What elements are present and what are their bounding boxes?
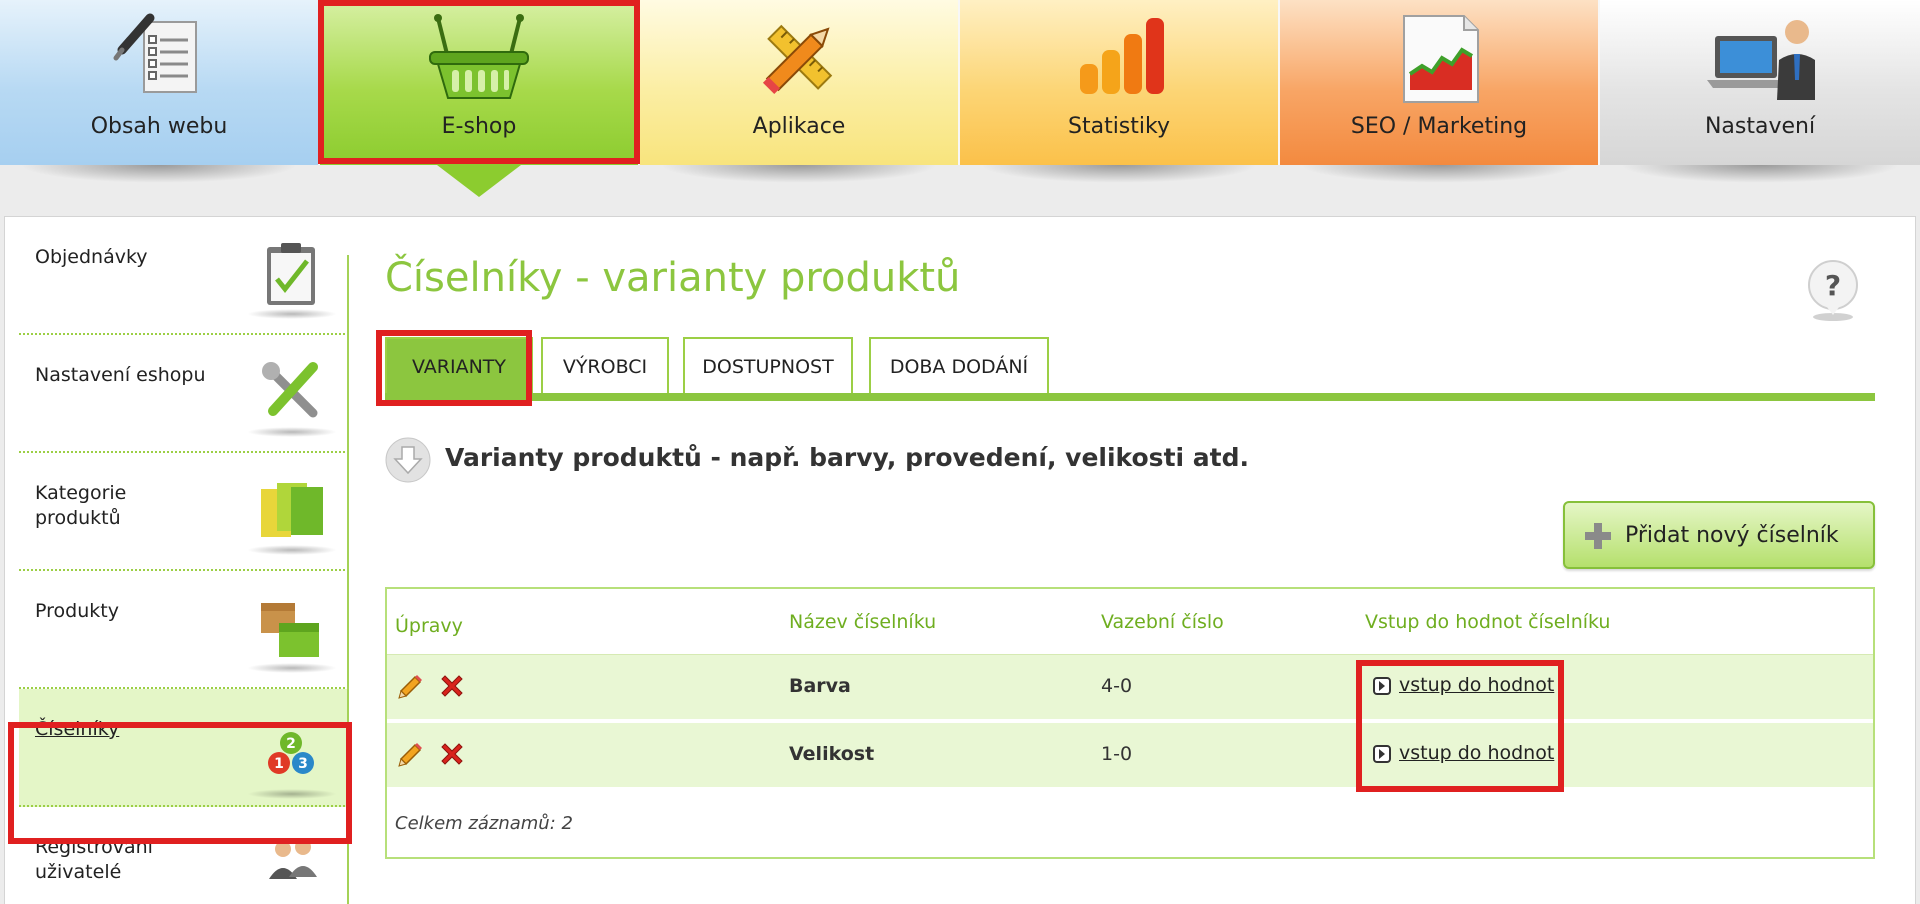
icon-shadow — [247, 309, 337, 319]
header-nazev: Název číselníku — [789, 611, 937, 633]
boxes-icon — [261, 603, 319, 657]
svg-text:2: 2 — [286, 736, 296, 752]
delete-icon[interactable] — [437, 739, 467, 769]
nav-label-aplikace: Aplikace — [752, 114, 846, 139]
table-row: Barva 4-0 vstup do hodnot — [387, 655, 1873, 721]
sidebar-item-ciselniky[interactable]: Číselníky 2 1 3 — [19, 689, 349, 807]
nav-label-statistiky: Statistiky — [1068, 114, 1170, 139]
header-upravy: Úpravy — [395, 615, 463, 637]
clipboard-icon — [267, 243, 315, 305]
delete-icon[interactable] — [437, 671, 467, 701]
table-row: Velikost 1-0 vstup do hodnot — [387, 723, 1873, 789]
bar-chart-icon — [1080, 18, 1164, 94]
tab-varianty[interactable]: VARIANTY — [385, 337, 533, 395]
basket-icon — [429, 14, 529, 99]
enter-values-link[interactable]: vstup do hodnot — [1399, 742, 1554, 764]
active-tab-pointer — [437, 165, 521, 197]
svg-text:?: ? — [1825, 269, 1841, 302]
row-name: Velikost — [789, 743, 875, 765]
header-vazebni-cislo: Vazební číslo — [1101, 611, 1224, 633]
users-icon — [269, 839, 317, 879]
sidebar-item-objednavky[interactable]: Objednávky — [19, 217, 349, 335]
header-vstup: Vstup do hodnot číselníku — [1365, 611, 1611, 633]
nav-label-obsah-webu: Obsah webu — [90, 114, 228, 139]
sidebar-separator — [347, 255, 349, 904]
nav-tab-seo-marketing[interactable]: SEO / Marketing — [1280, 0, 1600, 183]
sidebar-item-label: Registrovaní uživatelé — [35, 836, 153, 883]
area-chart-document-icon — [1403, 15, 1479, 103]
icon-shadow — [247, 789, 337, 799]
sidebar-item-label: Objednávky — [35, 246, 148, 268]
record-count: Celkem záznamů: 2 — [395, 813, 573, 834]
pencil-icon[interactable] — [395, 671, 425, 701]
table-header: Úpravy Název číselníku Vazební číslo Vst… — [387, 589, 1873, 655]
plus-icon — [1585, 523, 1611, 549]
laptop-user-icon — [1707, 20, 1815, 100]
nav-label-seo-marketing: SEO / Marketing — [1350, 114, 1528, 139]
sidebar-item-nastaveni-eshopu[interactable]: Nastavení eshopu — [19, 335, 349, 453]
sidebar-item-produkty[interactable]: Produkty — [19, 571, 349, 689]
enter-values-link[interactable]: vstup do hodnot — [1399, 674, 1554, 696]
folders-icon — [261, 483, 323, 537]
svg-text:1: 1 — [274, 756, 284, 772]
nav-shadow — [20, 165, 298, 183]
sidebar: Objednávky Nastavení eshopu Kategorie pr… — [19, 217, 349, 904]
nav-shadow — [980, 165, 1258, 183]
help-icon[interactable]: ? — [1805, 259, 1861, 325]
svg-text:3: 3 — [298, 756, 308, 772]
nav-tab-eshop[interactable]: E-shop — [320, 0, 640, 197]
row-code: 1-0 — [1101, 743, 1133, 765]
page-title: Číselníky - varianty produktů — [385, 255, 961, 301]
add-new-codelist-button[interactable]: Přidat nový číselník — [1563, 501, 1875, 569]
sidebar-item-kategorie-produktu[interactable]: Kategorie produktů — [19, 453, 349, 571]
enter-arrow-icon — [1373, 677, 1391, 695]
content-panel: Objednávky Nastavení eshopu Kategorie pr… — [4, 216, 1916, 904]
nav-tab-aplikace[interactable]: Aplikace — [640, 0, 960, 183]
nav-tab-nastaveni[interactable]: Nastavení — [1600, 0, 1920, 183]
pencil-ruler-icon — [762, 24, 833, 95]
top-navigation: Obsah webu E-shop Aplikace Statistiky SE… — [0, 0, 1920, 197]
icon-shadow — [247, 427, 337, 437]
pencil-icon[interactable] — [395, 739, 425, 769]
sidebar-item-label: Nastavení eshopu — [35, 364, 206, 386]
document-pen-icon — [113, 13, 197, 93]
tab-vyrobci[interactable]: VÝROBCI — [541, 337, 669, 395]
row-name: Barva — [789, 675, 851, 697]
nav-tab-obsah-webu[interactable]: Obsah webu — [0, 0, 320, 183]
sidebar-item-registrovani-uzivatele[interactable]: Registrovaní uživatelé — [19, 807, 349, 904]
sidebar-item-label: Kategorie produktů — [35, 482, 127, 529]
sidebar-item-label: Číselníky — [35, 718, 120, 740]
tab-doba-dodani[interactable]: DOBA DODÁNÍ — [869, 337, 1049, 395]
tools-icon — [262, 362, 318, 418]
arrow-down-icon — [385, 437, 431, 483]
nav-shadow — [1300, 165, 1578, 183]
tab-underline — [385, 393, 1875, 401]
nav-tab-statistiky[interactable]: Statistiky — [960, 0, 1280, 183]
tab-dostupnost[interactable]: DOSTUPNOST — [683, 337, 853, 395]
nav-label-nastaveni: Nastavení — [1704, 114, 1816, 139]
icon-shadow — [247, 545, 337, 555]
nav-label-eshop: E-shop — [441, 114, 517, 139]
add-button-label: Přidat nový číselník — [1625, 523, 1839, 548]
sidebar-item-label: Produkty — [35, 600, 119, 622]
nav-shadow — [1620, 165, 1900, 183]
icon-shadow — [247, 663, 337, 673]
nav-shadow — [660, 165, 938, 183]
row-code: 4-0 — [1101, 675, 1133, 697]
numbers-icon: 2 1 3 — [268, 732, 314, 774]
section-title: Varianty produktů - např. barvy, provede… — [445, 443, 1250, 472]
codelist-table: Úpravy Název číselníku Vazební číslo Vst… — [385, 587, 1875, 859]
enter-arrow-icon — [1373, 745, 1391, 763]
